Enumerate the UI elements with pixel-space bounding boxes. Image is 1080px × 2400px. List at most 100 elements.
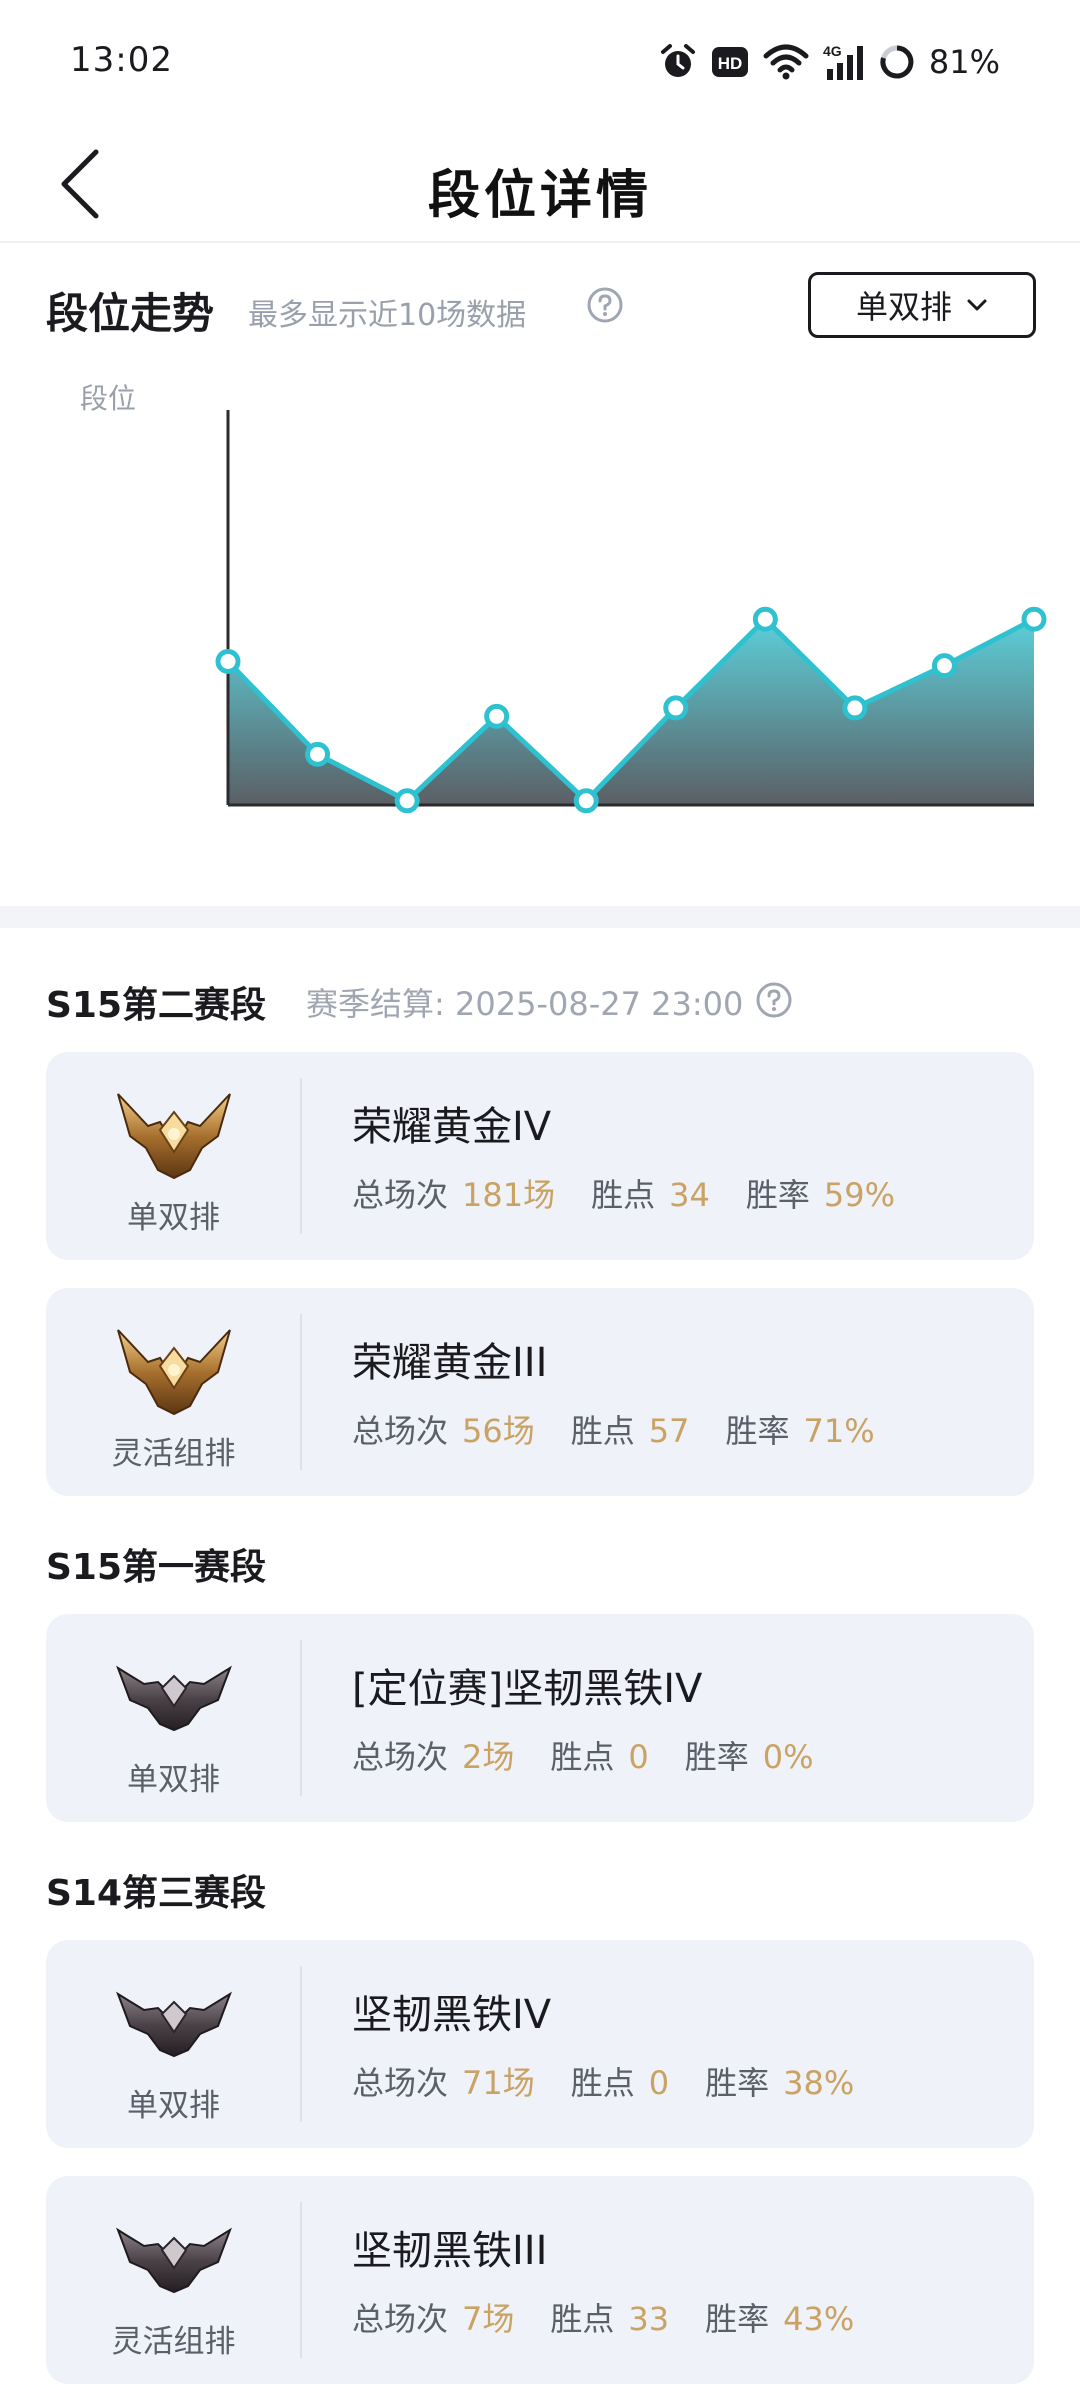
rank-trend-chart: 段位 — [0, 365, 1080, 885]
battery-icon — [879, 44, 915, 80]
help-icon[interactable] — [755, 981, 793, 1023]
points-value: 0 — [648, 2064, 670, 2102]
games-value: 2场 — [462, 1738, 515, 1776]
rank-card[interactable]: 灵活组排 荣耀黄金III 总场次 56场 胜点 57 胜率 71% — [46, 1288, 1034, 1496]
alarm-icon — [659, 43, 697, 81]
winrate-value: 0% — [762, 1738, 814, 1776]
card-emblem-area: 灵活组排 — [46, 1288, 301, 1496]
trend-point-10[interactable] — [1021, 606, 1047, 632]
card-divider — [300, 1314, 302, 1470]
points-value: 33 — [628, 2300, 670, 2338]
season-title: S14第三赛段 — [46, 1873, 267, 1914]
rank-stats: 总场次 181场 胜点 34 胜率 59% — [352, 1170, 895, 1216]
trend-point-1[interactable] — [215, 648, 241, 674]
trend-point-3[interactable] — [394, 788, 420, 814]
points-label: 胜点 — [570, 1412, 635, 1450]
games-label: 总场次 — [352, 1738, 449, 1776]
games-label: 总场次 — [352, 1412, 449, 1450]
trend-point-6[interactable] — [663, 695, 689, 721]
rank-stats: 总场次 2场 胜点 0 胜率 0% — [352, 1732, 814, 1778]
mode-select[interactable]: 单双排 — [808, 272, 1036, 338]
iron-rank-emblem-icon — [114, 2206, 234, 2310]
chart-canvas — [215, 410, 1047, 814]
trend-header: 段位走势 最多显示近10场数据 单双排 — [46, 272, 1036, 344]
rank-card[interactable]: 单双排 [定位赛]坚韧黑铁IV 总场次 2场 胜点 0 胜率 0% — [46, 1614, 1034, 1822]
trend-point-8[interactable] — [842, 695, 868, 721]
cellular-signal-icon: 4G — [823, 43, 865, 81]
season-title: S15第一赛段 — [46, 1547, 267, 1588]
card-divider — [300, 1078, 302, 1234]
page-title: 段位详情 — [427, 165, 652, 226]
season-title: S15第二赛段 — [46, 985, 267, 1026]
season-header: S15第二赛段 赛季结算: 2025-08-27 23:00 — [46, 972, 793, 1032]
mode-select-value: 单双排 — [855, 288, 952, 326]
points-label: 胜点 — [550, 2300, 615, 2338]
trend-point-9[interactable] — [931, 653, 957, 679]
points-value: 34 — [669, 1176, 710, 1214]
points-value: 0 — [628, 1738, 649, 1776]
winrate-label: 胜率 — [705, 2064, 770, 2102]
points-label: 胜点 — [570, 2064, 635, 2102]
season-header: S15第一赛段 — [46, 1534, 266, 1594]
trend-point-7[interactable] — [752, 606, 778, 632]
rank-card[interactable]: 灵活组排 坚韧黑铁III 总场次 7场 胜点 33 胜率 43% — [46, 2176, 1034, 2384]
card-emblem-area: 单双排 — [46, 1940, 301, 2148]
games-value: 7场 — [462, 2300, 515, 2338]
season-settle-time: 赛季结算: 2025-08-27 23:00 — [306, 985, 744, 1023]
games-value: 56场 — [462, 1412, 535, 1450]
trend-point-4[interactable] — [484, 703, 510, 729]
queue-mode: 单双排 — [127, 1200, 220, 1236]
rank-card[interactable]: 单双排 坚韧黑铁IV 总场次 71场 胜点 0 胜率 38% — [46, 1940, 1034, 2148]
winrate-value: 71% — [803, 1412, 875, 1450]
points-label: 胜点 — [550, 1738, 615, 1776]
queue-mode: 单双排 — [127, 2088, 220, 2124]
games-label: 总场次 — [352, 1176, 449, 1214]
winrate-value: 59% — [823, 1176, 895, 1214]
card-divider — [300, 1966, 302, 2122]
trend-point-2[interactable] — [305, 741, 331, 767]
svg-text:HD: HD — [718, 54, 743, 73]
winrate-label: 胜率 — [725, 1412, 790, 1450]
hd-icon: HD — [711, 46, 749, 78]
wifi-icon — [763, 44, 809, 80]
card-divider — [300, 2202, 302, 2358]
card-emblem-area: 灵活组排 — [46, 2176, 301, 2384]
card-divider — [300, 1640, 302, 1796]
rank-name: 坚韧黑铁IV — [352, 1992, 552, 2038]
rank-stats: 总场次 56场 胜点 57 胜率 71% — [352, 1406, 875, 1452]
gold-rank-emblem-icon — [114, 1318, 234, 1422]
winrate-value: 43% — [783, 2300, 855, 2338]
help-icon[interactable] — [586, 286, 624, 328]
queue-mode: 灵活组排 — [111, 1436, 236, 1472]
games-label: 总场次 — [352, 2300, 449, 2338]
winrate-value: 38% — [783, 2064, 855, 2102]
rank-stats: 总场次 7场 胜点 33 胜率 43% — [352, 2294, 854, 2340]
winrate-label: 胜率 — [684, 1738, 749, 1776]
status-time: 13:02 — [70, 40, 173, 80]
status-bar: 13:02 HD 4G 81% — [0, 0, 1080, 125]
battery-level: 81% — [928, 43, 1000, 81]
queue-mode: 单双排 — [127, 1762, 220, 1798]
trend-area — [228, 619, 1034, 805]
queue-mode: 灵活组排 — [111, 2324, 236, 2360]
trend-point-5[interactable] — [573, 788, 599, 814]
games-label: 总场次 — [352, 2064, 449, 2102]
points-value: 57 — [648, 1412, 690, 1450]
gold-rank-emblem-icon — [114, 1082, 234, 1186]
rank-name: 坚韧黑铁III — [352, 2228, 548, 2274]
winrate-label: 胜率 — [705, 2300, 770, 2338]
card-emblem-area: 单双排 — [46, 1052, 301, 1260]
iron-rank-emblem-icon — [114, 1970, 234, 2074]
status-icons: HD 4G 81% — [659, 40, 1000, 84]
games-value: 181场 — [462, 1176, 556, 1214]
winrate-label: 胜率 — [745, 1176, 810, 1214]
points-label: 胜点 — [591, 1176, 656, 1214]
rank-name: [定位赛]坚韧黑铁IV — [352, 1666, 703, 1712]
chevron-down-icon — [967, 299, 987, 311]
trend-subtitle: 最多显示近10场数据 — [248, 298, 527, 333]
rank-stats: 总场次 71场 胜点 0 胜率 38% — [352, 2058, 854, 2104]
section-divider — [0, 906, 1080, 928]
rank-name: 荣耀黄金IV — [352, 1104, 552, 1150]
rank-card[interactable]: 单双排 荣耀黄金IV 总场次 181场 胜点 34 胜率 59% — [46, 1052, 1034, 1260]
rank-name: 荣耀黄金III — [352, 1340, 548, 1386]
